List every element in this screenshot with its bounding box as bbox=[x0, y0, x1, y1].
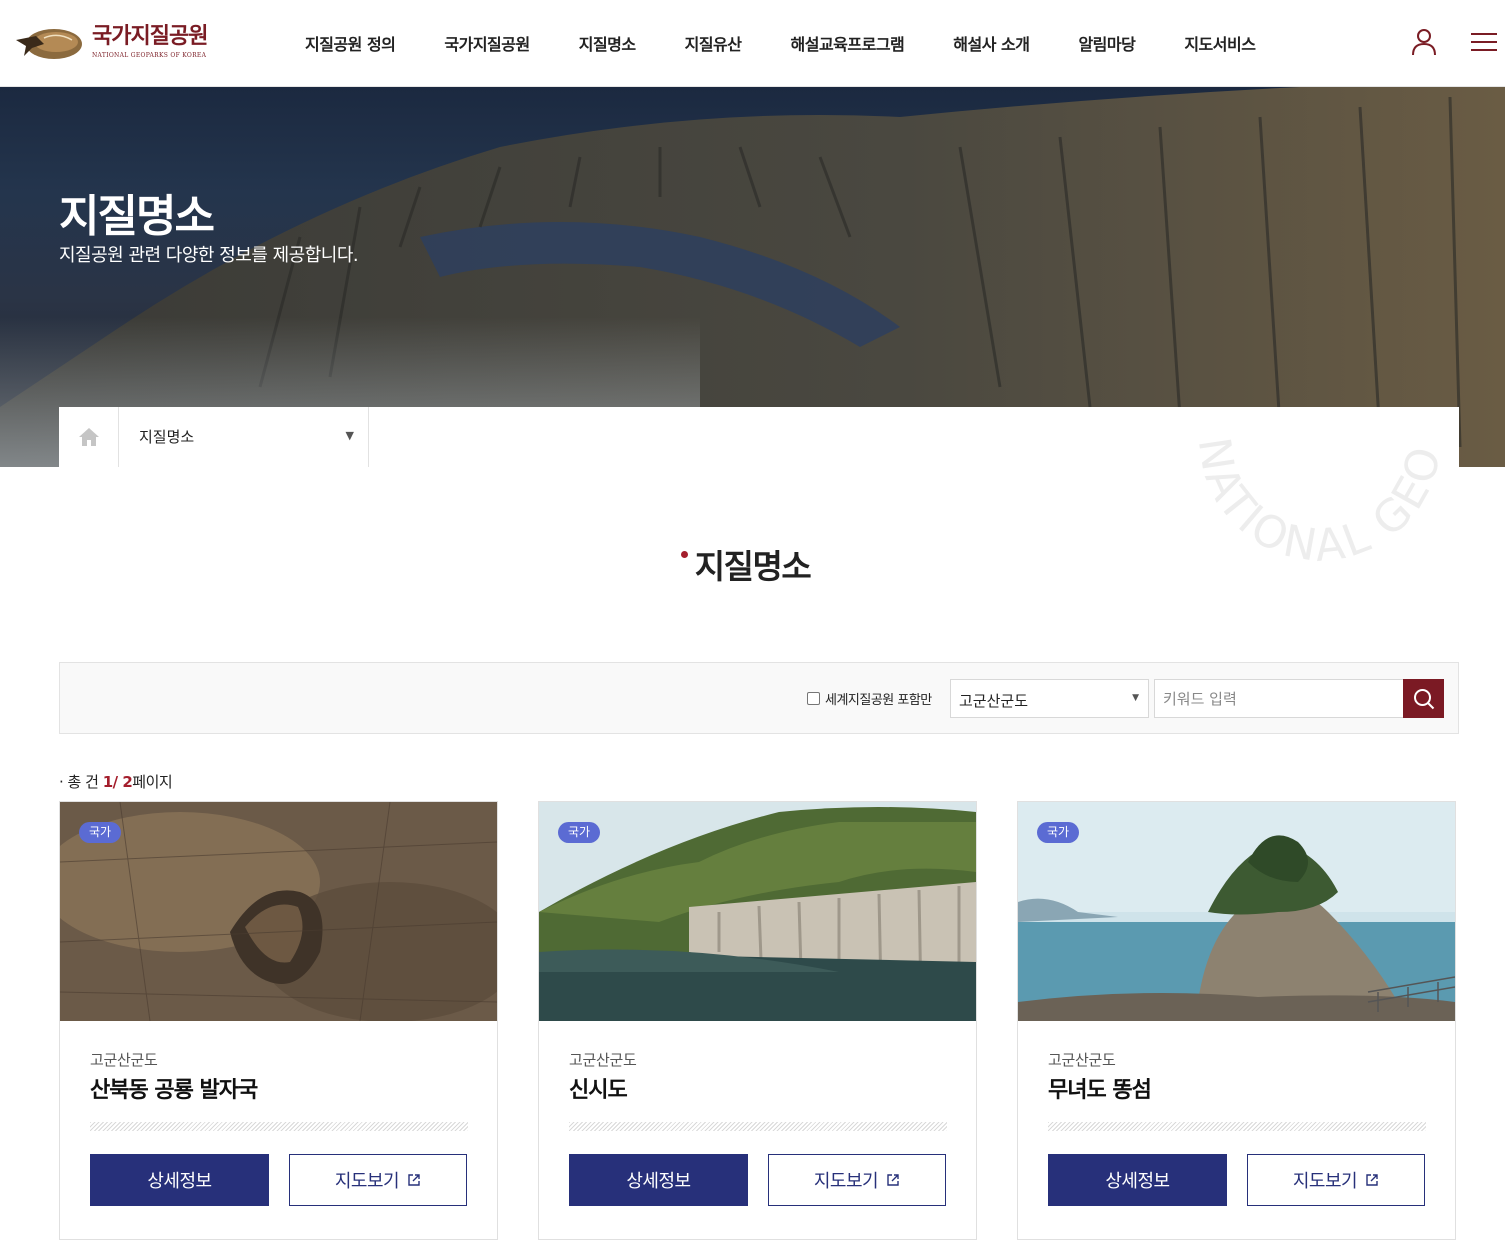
external-link-icon bbox=[887, 1174, 899, 1186]
nav-education-program[interactable]: 해설교육프로그램 bbox=[791, 31, 905, 55]
chevron-down-icon: ▼ bbox=[1132, 693, 1139, 703]
map-view-label: 지도보기 bbox=[334, 1171, 400, 1192]
nav-national-geopark[interactable]: 국가지질공원 bbox=[444, 31, 530, 55]
geosite-card-image[interactable]: 국가 bbox=[60, 802, 497, 1021]
nav-geosites[interactable]: 지질명소 bbox=[579, 31, 636, 55]
watermark-circle-text: NATIONAL GEOPARKS OF KOREA bbox=[1170, 430, 1449, 572]
count-current-page: 1 bbox=[102, 773, 113, 791]
national-badge: 국가 bbox=[1037, 822, 1080, 843]
logo-korean: 국가지질공원 bbox=[92, 24, 208, 49]
sinsido-island-photo bbox=[539, 802, 976, 1021]
breadcrumb-dropdown[interactable]: 지질명소 ▼ bbox=[119, 407, 369, 467]
card-region: 고군산군도 bbox=[90, 1051, 158, 1069]
card-title[interactable]: 산북동 공룡 발자국 bbox=[90, 1072, 258, 1104]
geosite-card: 국가 고군산군도 무녀도 똥섬 상세정보 지도보기 bbox=[1017, 801, 1456, 1240]
map-view-label: 지도보기 bbox=[813, 1171, 879, 1192]
card-title[interactable]: 신시도 bbox=[569, 1072, 628, 1104]
main-navigation: 지질공원 정의 국가지질공원 지질명소 지질유산 해설교육프로그램 해설사 소개… bbox=[280, 0, 1256, 86]
user-icon[interactable] bbox=[1411, 28, 1437, 56]
count-prefix: · 총 건 bbox=[59, 773, 103, 791]
dinosaur-footprint-photo bbox=[60, 802, 497, 1021]
site-header: 국가지질공원 NATIONAL GEOPARKS OF KOREA 지질공원 정… bbox=[0, 0, 1505, 87]
detail-button[interactable]: 상세정보 bbox=[1048, 1154, 1227, 1206]
hero-title: 지질명소 bbox=[59, 191, 215, 242]
region-select-value: 고군산군도 bbox=[959, 692, 1029, 710]
geosite-card-image[interactable]: 국가 bbox=[1018, 802, 1455, 1021]
count-separator: / bbox=[112, 773, 123, 791]
title-dot-icon bbox=[680, 551, 688, 558]
national-badge: 국가 bbox=[558, 822, 601, 843]
detail-button[interactable]: 상세정보 bbox=[569, 1154, 748, 1206]
card-divider bbox=[1048, 1122, 1426, 1131]
card-region: 고군산군도 bbox=[569, 1051, 637, 1069]
logo-text: 국가지질공원 NATIONAL GEOPARKS OF KOREA bbox=[92, 24, 208, 60]
nav-geoheritage[interactable]: 지질유산 bbox=[685, 31, 742, 55]
result-count: · 총 건 1/ 2페이지 bbox=[59, 771, 173, 792]
world-geopark-checkbox[interactable] bbox=[807, 692, 820, 705]
munyeodo-islet-photo bbox=[1018, 802, 1455, 1021]
geosite-card-image[interactable]: 국가 bbox=[539, 802, 976, 1021]
hamburger-menu-icon[interactable] bbox=[1471, 32, 1497, 52]
nav-notice[interactable]: 알림마당 bbox=[1078, 31, 1135, 55]
site-logo[interactable]: 국가지질공원 NATIONAL GEOPARKS OF KOREA bbox=[14, 22, 208, 62]
geosite-card: 국가 고군산군도 신시도 상세정보 지도보기 bbox=[538, 801, 977, 1240]
card-divider bbox=[569, 1122, 947, 1131]
region-select[interactable]: 고군산군도 ▼ bbox=[950, 679, 1149, 718]
card-title[interactable]: 무녀도 똥섬 bbox=[1048, 1072, 1152, 1104]
geosite-card: 국가 고군산군도 산북동 공룡 발자국 상세정보 지도보기 bbox=[59, 801, 498, 1240]
logo-emblem-icon bbox=[16, 29, 82, 59]
map-view-button[interactable]: 지도보기 bbox=[289, 1154, 467, 1206]
keyword-search-input[interactable] bbox=[1154, 679, 1404, 718]
nav-geopark-definition[interactable]: 지질공원 정의 bbox=[305, 31, 396, 55]
external-link-icon bbox=[408, 1174, 420, 1186]
map-view-button[interactable]: 지도보기 bbox=[1247, 1154, 1425, 1206]
nav-map-service[interactable]: 지도서비스 bbox=[1184, 31, 1256, 55]
breadcrumb-home[interactable] bbox=[59, 407, 119, 467]
chevron-down-icon: ▼ bbox=[345, 429, 354, 442]
count-total-pages: 2 bbox=[122, 773, 133, 791]
search-icon bbox=[1413, 688, 1434, 709]
card-divider bbox=[90, 1122, 468, 1131]
hero-subtitle: 지질공원 관련 다양한 정보를 제공합니다. bbox=[59, 245, 359, 266]
section-title-wrap: 지질명소 bbox=[680, 547, 812, 586]
section-title: 지질명소 bbox=[694, 547, 812, 586]
external-link-icon bbox=[1366, 1174, 1378, 1186]
count-suffix: 페이지 bbox=[132, 773, 173, 791]
card-region: 고군산군도 bbox=[1048, 1051, 1116, 1069]
breadcrumb-current: 지질명소 bbox=[139, 428, 195, 446]
section-heading: 지질명소 bbox=[0, 540, 1505, 588]
national-badge: 국가 bbox=[79, 822, 122, 843]
home-icon bbox=[78, 428, 99, 446]
logo-english: NATIONAL GEOPARKS OF KOREA bbox=[92, 52, 207, 59]
search-filter-bar: 세계지질공원 포함만 고군산군도 ▼ bbox=[59, 662, 1459, 734]
map-view-label: 지도보기 bbox=[1292, 1171, 1358, 1192]
world-geopark-checkbox-label[interactable]: 세계지질공원 포함만 bbox=[825, 689, 932, 708]
detail-button[interactable]: 상세정보 bbox=[90, 1154, 269, 1206]
search-button[interactable] bbox=[1403, 679, 1444, 718]
map-view-button[interactable]: 지도보기 bbox=[768, 1154, 946, 1206]
nav-interpreters[interactable]: 해설사 소개 bbox=[953, 31, 1030, 55]
